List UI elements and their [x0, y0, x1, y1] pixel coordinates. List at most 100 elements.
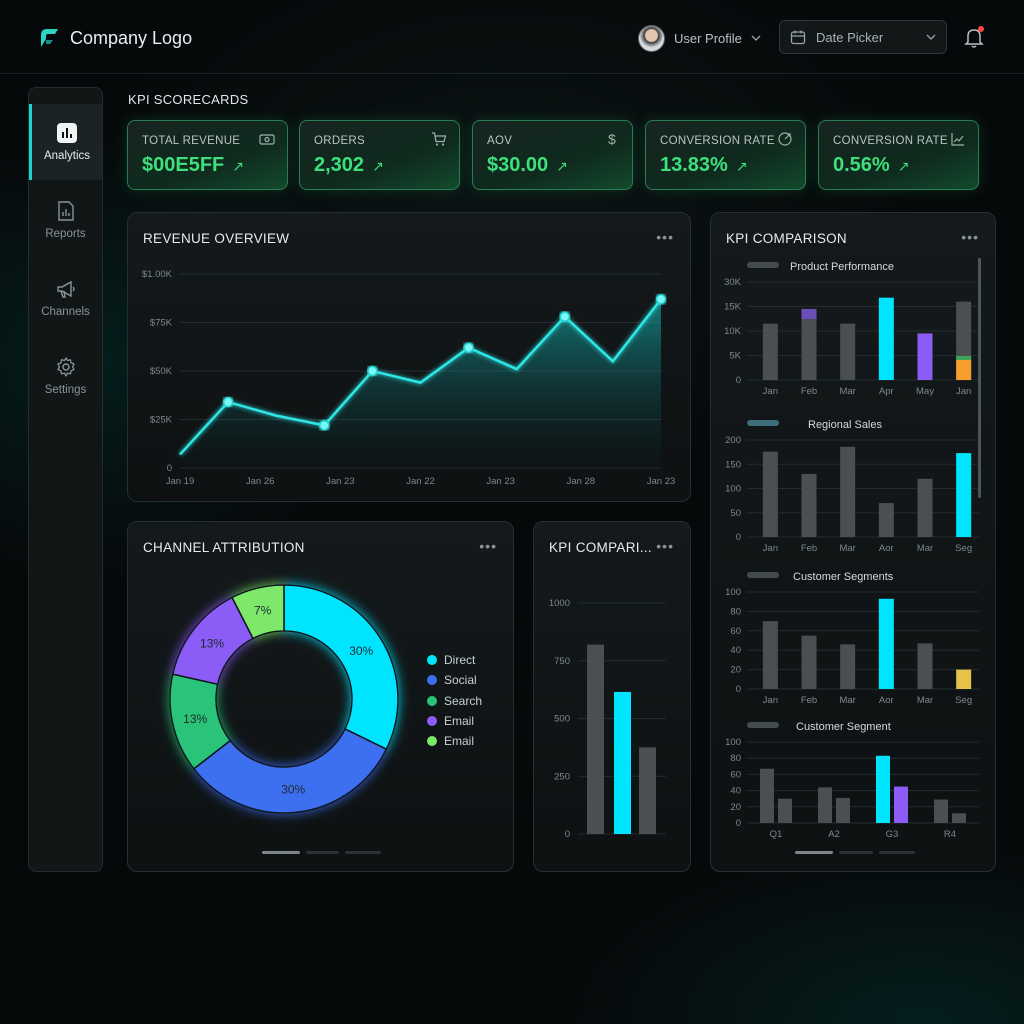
kpi-comparison-panel: KPI COMPARISON ••• Product Performance 0 5…	[710, 212, 996, 872]
legend-swatch	[427, 695, 437, 706]
x-tick-label: Seg	[955, 695, 972, 706]
target-icon	[778, 132, 792, 146]
y-tick-label: $1.00K	[142, 269, 173, 280]
bar	[840, 323, 856, 380]
date-picker-placeholder: Date Picker	[816, 29, 884, 45]
slice-label: 30%	[349, 644, 373, 658]
x-tick-label: Mar	[839, 386, 855, 397]
chart-subtitle: Product Performance	[790, 261, 894, 273]
revenue-overview-panel: REVENUE OVERVIEW ••• 0 $25K $50K $75K $1.00K…	[127, 212, 691, 502]
pagination-dots[interactable]	[262, 851, 381, 854]
y-tick-label: 750	[554, 656, 570, 667]
y-tick-label: 20	[730, 665, 741, 676]
sidebar-item-label: Reports	[45, 228, 86, 240]
y-tick-label: $75K	[150, 318, 173, 329]
scrollbar[interactable]	[978, 258, 981, 498]
x-tick-label: Aor	[879, 695, 894, 706]
data-point	[222, 396, 234, 408]
x-tick-label: R4	[944, 829, 956, 840]
x-tick-label: May	[916, 386, 934, 397]
slice-label: 13%	[200, 636, 224, 650]
chart-subtitle: Customer Segment	[796, 721, 891, 733]
x-tick-label: A2	[828, 829, 840, 840]
legend-item: Email	[427, 731, 482, 751]
bar	[878, 598, 894, 689]
bar	[801, 473, 817, 537]
trend-up-icon: ↗	[556, 158, 568, 174]
bar	[878, 297, 894, 380]
x-tick-label: Seg	[955, 543, 972, 554]
legend-swatch	[747, 420, 779, 426]
avatar	[638, 24, 665, 52]
cart-icon	[432, 132, 447, 146]
legend-swatch	[747, 572, 779, 578]
bar-segment	[801, 308, 817, 319]
kpi-card-conversion-rate[interactable]: CONVERSION RATE 13.83% ↗	[645, 120, 806, 190]
chevron-down-icon	[751, 35, 761, 41]
bar	[801, 635, 817, 689]
kpi-card-aov[interactable]: AOV $30.00 ↗ $	[472, 120, 633, 190]
sidebar-item-analytics[interactable]: Analytics	[29, 104, 102, 180]
sidebar-item-reports[interactable]: Reports	[29, 182, 102, 258]
kpi-label: AOV	[487, 135, 513, 147]
x-tick-label: Jan	[763, 695, 778, 706]
y-tick-label: 30K	[724, 277, 742, 288]
x-tick-label: Mar	[917, 543, 933, 554]
kpi-value: 0.56% ↗	[833, 154, 910, 176]
user-profile-label: User Profile	[674, 30, 742, 46]
y-tick-label: 100	[725, 737, 741, 748]
y-tick-label: 100	[725, 587, 741, 598]
bar-chart-icon	[57, 123, 77, 143]
y-tick-label: 0	[736, 532, 741, 543]
document-chart-icon	[57, 201, 74, 221]
kpi-card-orders[interactable]: ORDERS 2,302 ↗	[299, 120, 460, 190]
y-tick-label: 50	[730, 508, 741, 519]
legend-label: Email	[444, 734, 475, 749]
kpi-card-conversion-rate-2[interactable]: CONVERSION RATE 0.56% ↗	[818, 120, 979, 190]
gear-icon	[56, 357, 75, 377]
x-tick-label: Jan 23	[647, 476, 676, 487]
bar	[762, 451, 778, 537]
megaphone-icon	[56, 280, 75, 298]
legend-swatch	[427, 655, 437, 666]
kpi-comparison-small-chart: 0 250 500 750 1000	[549, 598, 666, 840]
notification-badge	[978, 26, 984, 32]
y-tick-label: 0	[167, 463, 172, 474]
kpi-value: 13.83% ↗	[660, 154, 748, 176]
slice-label: 7%	[254, 604, 272, 618]
y-tick-label: 80	[730, 606, 741, 617]
legend-label: Social	[444, 673, 477, 688]
bar	[639, 747, 656, 834]
trend-up-icon: ↗	[897, 158, 910, 174]
bar	[762, 323, 778, 380]
notifications-button[interactable]	[963, 26, 985, 50]
y-tick-label: 250	[554, 771, 570, 782]
x-tick-label: Feb	[801, 695, 817, 706]
date-picker[interactable]: Date Picker	[779, 20, 947, 54]
sidebar-item-channels[interactable]: Channels	[29, 260, 102, 336]
x-tick-label: Feb	[801, 386, 817, 397]
y-tick-label: 80	[730, 753, 741, 764]
kpi-label: CONVERSION RATE	[833, 135, 948, 147]
x-tick-label: Jan	[763, 386, 778, 397]
legend-item: Direct	[427, 650, 482, 670]
x-tick-label: Apr	[879, 386, 894, 397]
bar	[836, 797, 850, 823]
bar	[894, 786, 908, 823]
kpi-comparison-small-panel: KPI COMPARI... ••• 0 250 500 750 1000	[533, 521, 691, 872]
y-tick-label: 0	[736, 818, 741, 829]
kpi-card-total-revenue[interactable]: TOTAL REVENUE $00E5FF ↗	[127, 120, 288, 190]
trend-up-icon: ↗	[372, 158, 384, 174]
y-tick-label: $25K	[150, 415, 173, 426]
user-profile-menu[interactable]: User Profile	[638, 24, 761, 52]
x-tick-label: Mar	[839, 695, 855, 706]
y-tick-label: 0	[565, 829, 570, 840]
x-tick-label: Feb	[801, 543, 817, 554]
top-bar: Company Logo User Profile Date Picker	[0, 0, 1024, 74]
kpi-value: $30.00 ↗	[487, 154, 568, 176]
y-tick-label: 150	[725, 459, 741, 470]
bar	[952, 813, 966, 823]
sidebar-item-settings[interactable]: Settings	[29, 338, 102, 414]
pagination-dots[interactable]	[795, 851, 915, 854]
slice-label: 13%	[183, 712, 207, 726]
